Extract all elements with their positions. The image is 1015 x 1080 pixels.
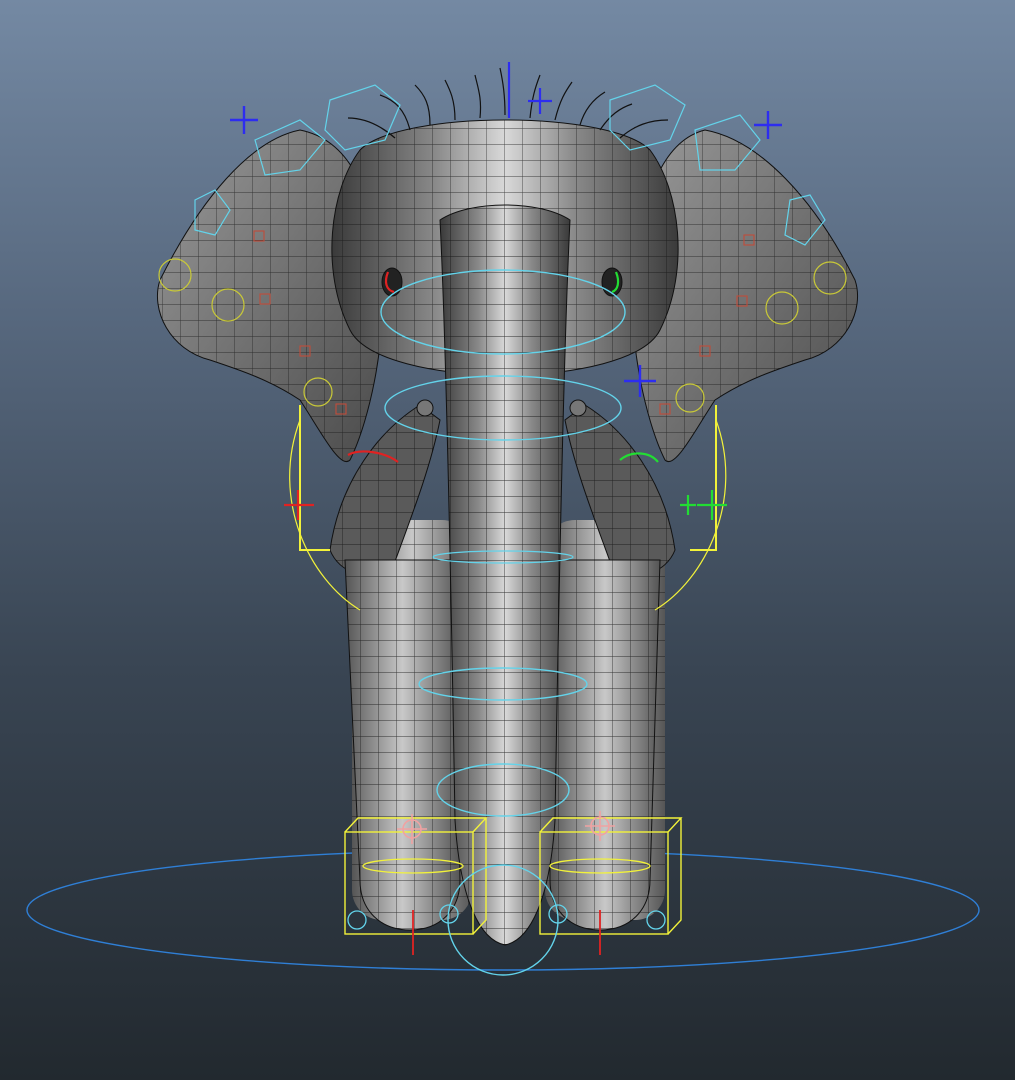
- viewport-canvas[interactable]: [0, 0, 1015, 1080]
- locator-ear-right[interactable]: [754, 111, 782, 139]
- locator-ear-left[interactable]: [230, 106, 258, 134]
- elephant-trunk: [439, 204, 571, 946]
- maya-viewport[interactable]: [0, 0, 1015, 1080]
